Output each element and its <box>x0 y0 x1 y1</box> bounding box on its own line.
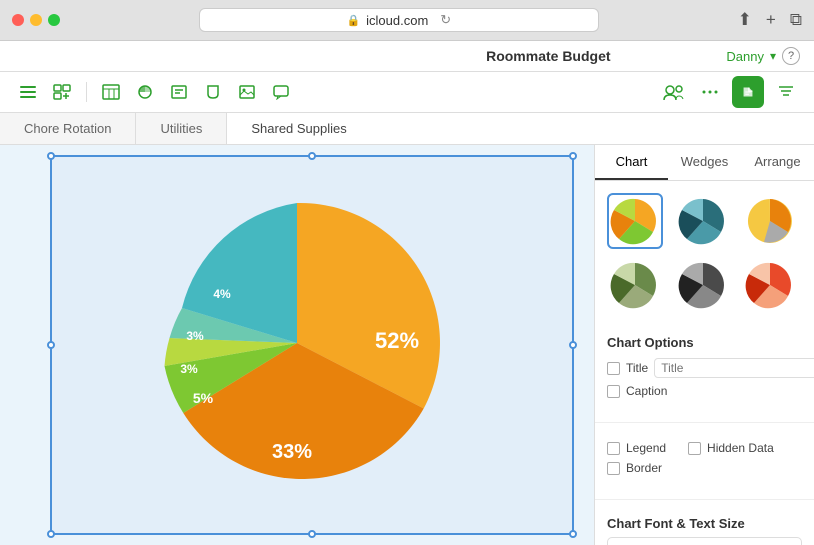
share-icon[interactable]: ⬆ <box>738 10 752 30</box>
caption-checkbox[interactable] <box>607 385 620 398</box>
font-section-title: Chart Font & Text Size <box>607 516 802 531</box>
window-controls <box>12 14 60 26</box>
add-sheet-icon[interactable] <box>48 78 76 106</box>
chart-type-dark-pie[interactable] <box>675 193 731 249</box>
minimize-button[interactable] <box>30 14 42 26</box>
refresh-icon[interactable]: ↻ <box>440 12 451 28</box>
legend-label: Legend <box>626 441 666 455</box>
media-icon[interactable] <box>233 78 261 106</box>
chart-type-gray-green-pie[interactable] <box>607 257 663 313</box>
app-title: Roommate Budget <box>370 48 726 64</box>
toolbar-right-actions <box>660 76 800 108</box>
svg-text:5%: 5% <box>193 390 214 406</box>
font-section: Chart Font & Text Size Avenir Next ▾ Reg… <box>595 508 814 545</box>
legend-options-section: Legend Hidden Data Border <box>595 431 814 491</box>
text-icon[interactable] <box>165 78 193 106</box>
toolbar <box>0 72 814 113</box>
chart-type-yellow-pie[interactable] <box>742 193 798 249</box>
user-area: Danny ▾ ? <box>726 47 800 65</box>
border-label: Border <box>626 461 662 475</box>
hidden-data-option-row: Hidden Data <box>688 441 774 455</box>
caption-option-row: Caption <box>607 384 802 398</box>
handle-ml[interactable] <box>47 341 55 349</box>
browser-top-bar: 🔒 icloud.com ↻ ⬆ + ⧉ <box>0 0 814 40</box>
more-icon[interactable] <box>696 78 724 106</box>
title-input[interactable] <box>654 358 814 378</box>
handle-tl[interactable] <box>47 152 55 160</box>
handle-bl[interactable] <box>47 530 55 538</box>
legend-checkbox[interactable] <box>607 442 620 455</box>
user-dropdown-icon[interactable]: ▾ <box>770 49 776 63</box>
tab-utilities[interactable]: Utilities <box>136 113 227 144</box>
svg-text:52%: 52% <box>375 328 419 353</box>
panel-tab-chart[interactable]: Chart <box>595 145 668 180</box>
chart-type-red-orange-pie[interactable] <box>742 257 798 313</box>
chart-options-title: Chart Options <box>607 335 802 350</box>
caption-label: Caption <box>626 384 667 398</box>
panel-tabs: Chart Wedges Arrange <box>595 145 814 181</box>
address-bar[interactable]: 🔒 icloud.com ↻ <box>199 8 599 32</box>
app-header: Roommate Budget Danny ▾ ? <box>0 41 814 72</box>
svg-text:3%: 3% <box>186 329 204 343</box>
handle-tr[interactable] <box>569 152 577 160</box>
panel-tab-arrange[interactable]: Arrange <box>741 145 814 180</box>
main-content: 52% 33% 5% 3% 3% 4% Chart Wedges Arrange <box>0 145 814 545</box>
chart-type-grid <box>595 181 814 325</box>
svg-text:33%: 33% <box>272 441 312 463</box>
maximize-button[interactable] <box>48 14 60 26</box>
right-panel: Chart Wedges Arrange <box>594 145 814 545</box>
chart-area[interactable]: 52% 33% 5% 3% 3% 4% <box>0 145 594 545</box>
tab-bar: Chore Rotation Utilities Shared Supplies <box>0 113 814 145</box>
title-label: Title <box>626 361 648 375</box>
chart-type-dark-gray-pie[interactable] <box>675 257 731 313</box>
close-button[interactable] <box>12 14 24 26</box>
table-icon[interactable] <box>97 78 125 106</box>
border-option-row: Border <box>607 461 802 475</box>
pie-chart: 52% 33% 5% 3% 3% 4% <box>127 188 467 503</box>
url-text: icloud.com <box>366 13 428 28</box>
title-checkbox[interactable] <box>607 362 620 375</box>
collaborate-icon[interactable] <box>660 78 688 106</box>
lock-icon: 🔒 <box>346 14 360 27</box>
comment-icon[interactable] <box>267 78 295 106</box>
help-icon[interactable]: ? <box>782 47 800 65</box>
chart-icon[interactable] <box>131 78 159 106</box>
panel-tab-wedges[interactable]: Wedges <box>668 145 741 180</box>
browser-action-icons: ⬆ + ⧉ <box>738 10 802 30</box>
hidden-data-checkbox[interactable] <box>688 442 701 455</box>
legend-option-row: Legend <box>607 441 666 455</box>
handle-br[interactable] <box>569 530 577 538</box>
chart-options-section: Chart Options Title Caption <box>595 325 814 414</box>
tab-chore-rotation[interactable]: Chore Rotation <box>0 113 136 144</box>
shape-icon[interactable] <box>199 78 227 106</box>
svg-text:4%: 4% <box>213 287 231 301</box>
filter-icon[interactable] <box>772 78 800 106</box>
font-family-dropdown[interactable]: Avenir Next ▾ <box>607 537 802 545</box>
handle-tm[interactable] <box>308 152 316 160</box>
divider-2 <box>595 499 814 500</box>
tab-shared-supplies[interactable]: Shared Supplies <box>227 113 370 144</box>
legend-hidden-row: Legend Hidden Data <box>607 441 802 461</box>
user-name[interactable]: Danny <box>726 49 764 64</box>
title-option-row: Title <box>607 358 802 378</box>
handle-bm[interactable] <box>308 530 316 538</box>
chart-type-colorful-pie[interactable] <box>607 193 663 249</box>
browser-chrome: 🔒 icloud.com ↻ ⬆ + ⧉ <box>0 0 814 41</box>
divider-1 <box>595 422 814 423</box>
handle-mr[interactable] <box>569 341 577 349</box>
windows-icon[interactable]: ⧉ <box>790 10 802 30</box>
border-checkbox[interactable] <box>607 462 620 475</box>
active-tool-icon[interactable] <box>732 76 764 108</box>
menu-icon[interactable] <box>14 78 42 106</box>
hidden-data-label: Hidden Data <box>707 441 774 455</box>
toolbar-separator-1 <box>86 82 87 102</box>
svg-text:3%: 3% <box>180 362 198 376</box>
new-tab-icon[interactable]: + <box>766 10 776 30</box>
